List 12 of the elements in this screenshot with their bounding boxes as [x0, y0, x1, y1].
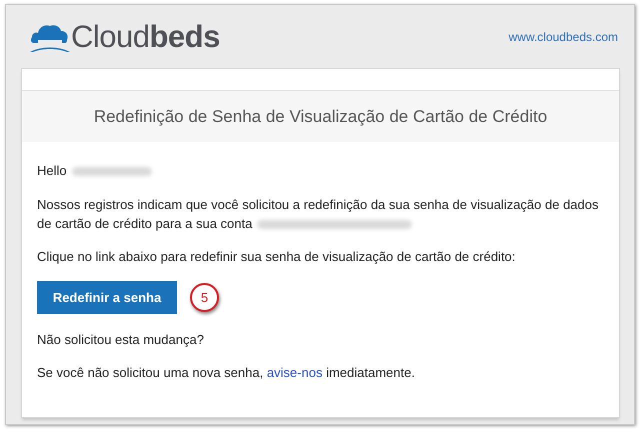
website-link[interactable]: www.cloudbeds.com: [508, 30, 618, 44]
email-title: Redefinição de Senha de Visualização de Cartão de Crédito: [94, 106, 548, 126]
question-text: Não solicitou esta mudança?: [37, 331, 205, 349]
greeting-text: Hello: [37, 163, 67, 178]
logo-wordmark: Cloudbeds: [71, 18, 220, 54]
step-badge: 5: [190, 283, 219, 312]
intro-paragraph: Nossos registros indicam que você solicitou a redefinição da sua senha de visualização de dados de cartão de crédito para a sua conta: [37, 196, 600, 233]
instruction-text: Clique no link abaixo para redefinir sua senha de visualização de cartão de crédito:: [37, 248, 516, 266]
reset-password-button[interactable]: Redefinir a senha: [37, 281, 177, 314]
notify-link[interactable]: avise-nos: [266, 365, 322, 380]
cloud-bed-icon: [29, 22, 71, 52]
notice-text: Se você não solicitou uma nova senha, avise-nos imediatamente.: [37, 364, 416, 382]
